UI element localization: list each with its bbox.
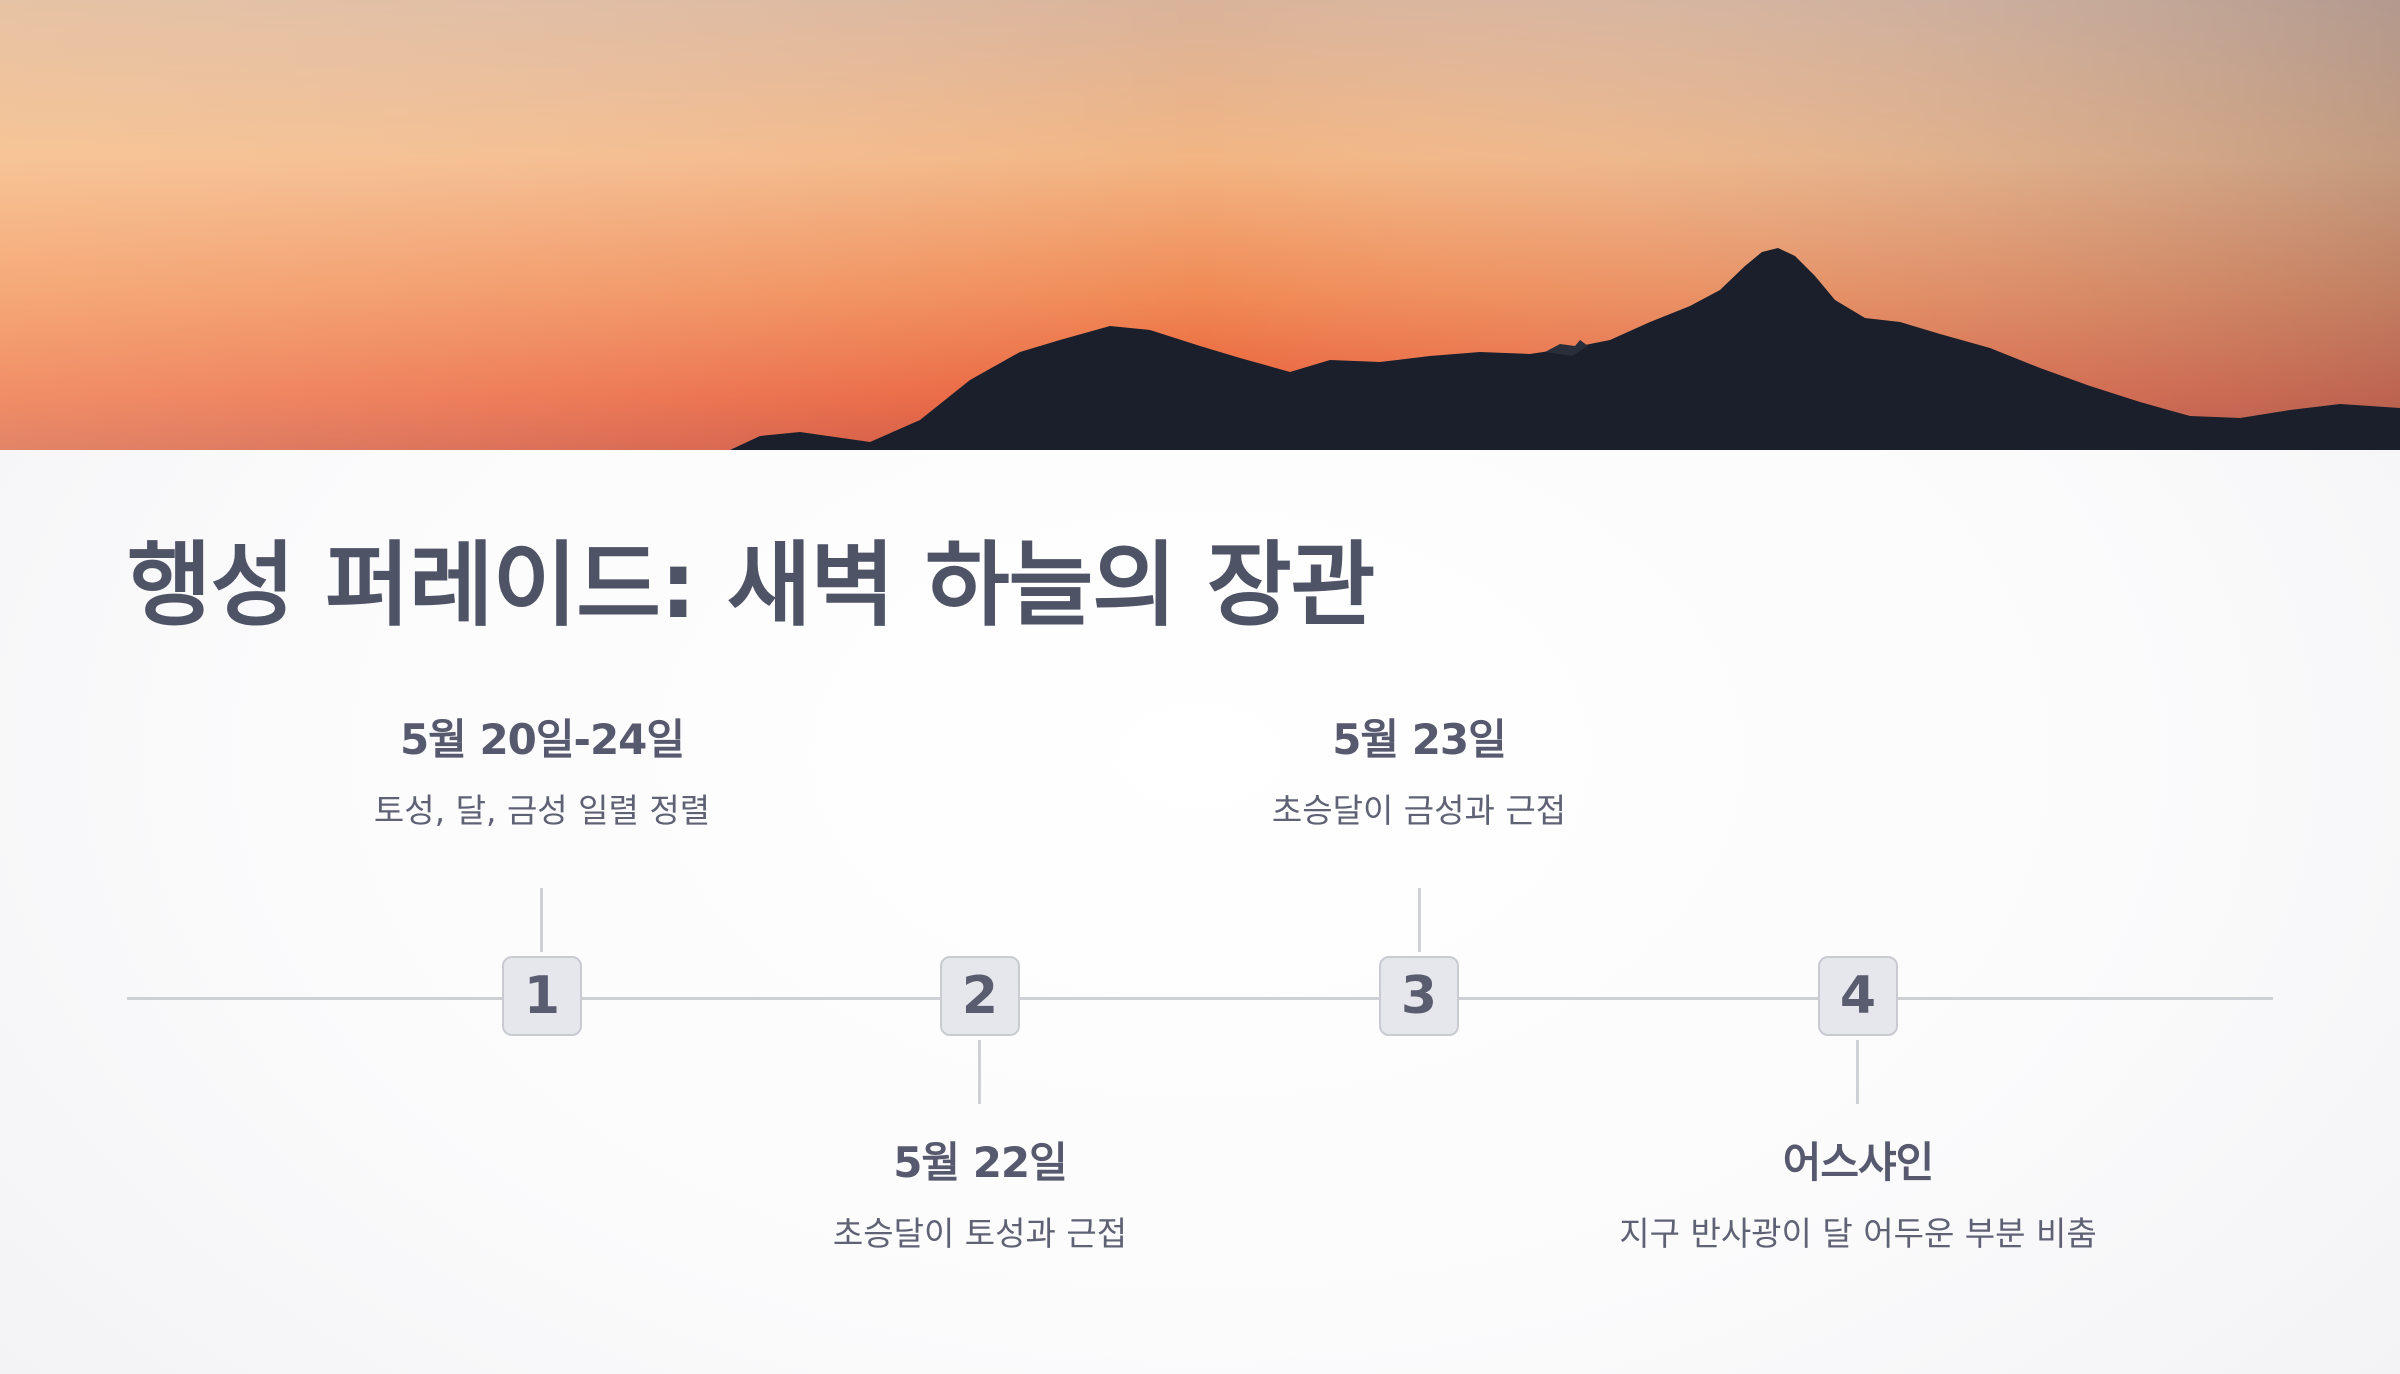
timeline-marker-2: 2 bbox=[940, 956, 1020, 1036]
event-date: 5월 22일 bbox=[893, 1138, 1068, 1187]
timeline-marker-4: 4 bbox=[1818, 956, 1898, 1036]
timeline-event-1: 5월 20일-24일 토성, 달, 금성 일렬 정렬 bbox=[262, 715, 822, 831]
event-date: 어스샤인 bbox=[1782, 1138, 1935, 1187]
timeline-connector bbox=[1856, 1040, 1859, 1104]
timeline-marker-1: 1 bbox=[502, 956, 582, 1036]
event-date: 5월 23일 bbox=[1332, 715, 1507, 764]
timeline-event-4: 어스샤인 지구 반사광이 달 어두운 부분 비춤 bbox=[1578, 1138, 2138, 1254]
page-title: 행성 퍼레이드: 새벽 하늘의 장관 bbox=[127, 532, 1375, 639]
timeline-connector bbox=[1418, 888, 1421, 952]
event-description: 토성, 달, 금성 일렬 정렬 bbox=[373, 791, 711, 831]
event-description: 초승달이 금성과 근접 bbox=[1271, 791, 1567, 831]
timeline-connector bbox=[978, 1040, 981, 1104]
sunset-mountain-image bbox=[0, 0, 2400, 450]
timeline-axis bbox=[127, 997, 2273, 1000]
event-date: 5월 20일-24일 bbox=[399, 715, 685, 764]
timeline-connector bbox=[540, 888, 543, 952]
timeline-event-2: 5월 22일 초승달이 토성과 근접 bbox=[700, 1138, 1260, 1254]
timeline-event-3: 5월 23일 초승달이 금성과 근접 bbox=[1139, 715, 1699, 831]
event-description: 초승달이 토성과 근접 bbox=[832, 1214, 1128, 1254]
hero-image bbox=[0, 0, 2400, 450]
event-description: 지구 반사광이 달 어두운 부분 비춤 bbox=[1619, 1214, 2097, 1254]
timeline-marker-3: 3 bbox=[1379, 956, 1459, 1036]
